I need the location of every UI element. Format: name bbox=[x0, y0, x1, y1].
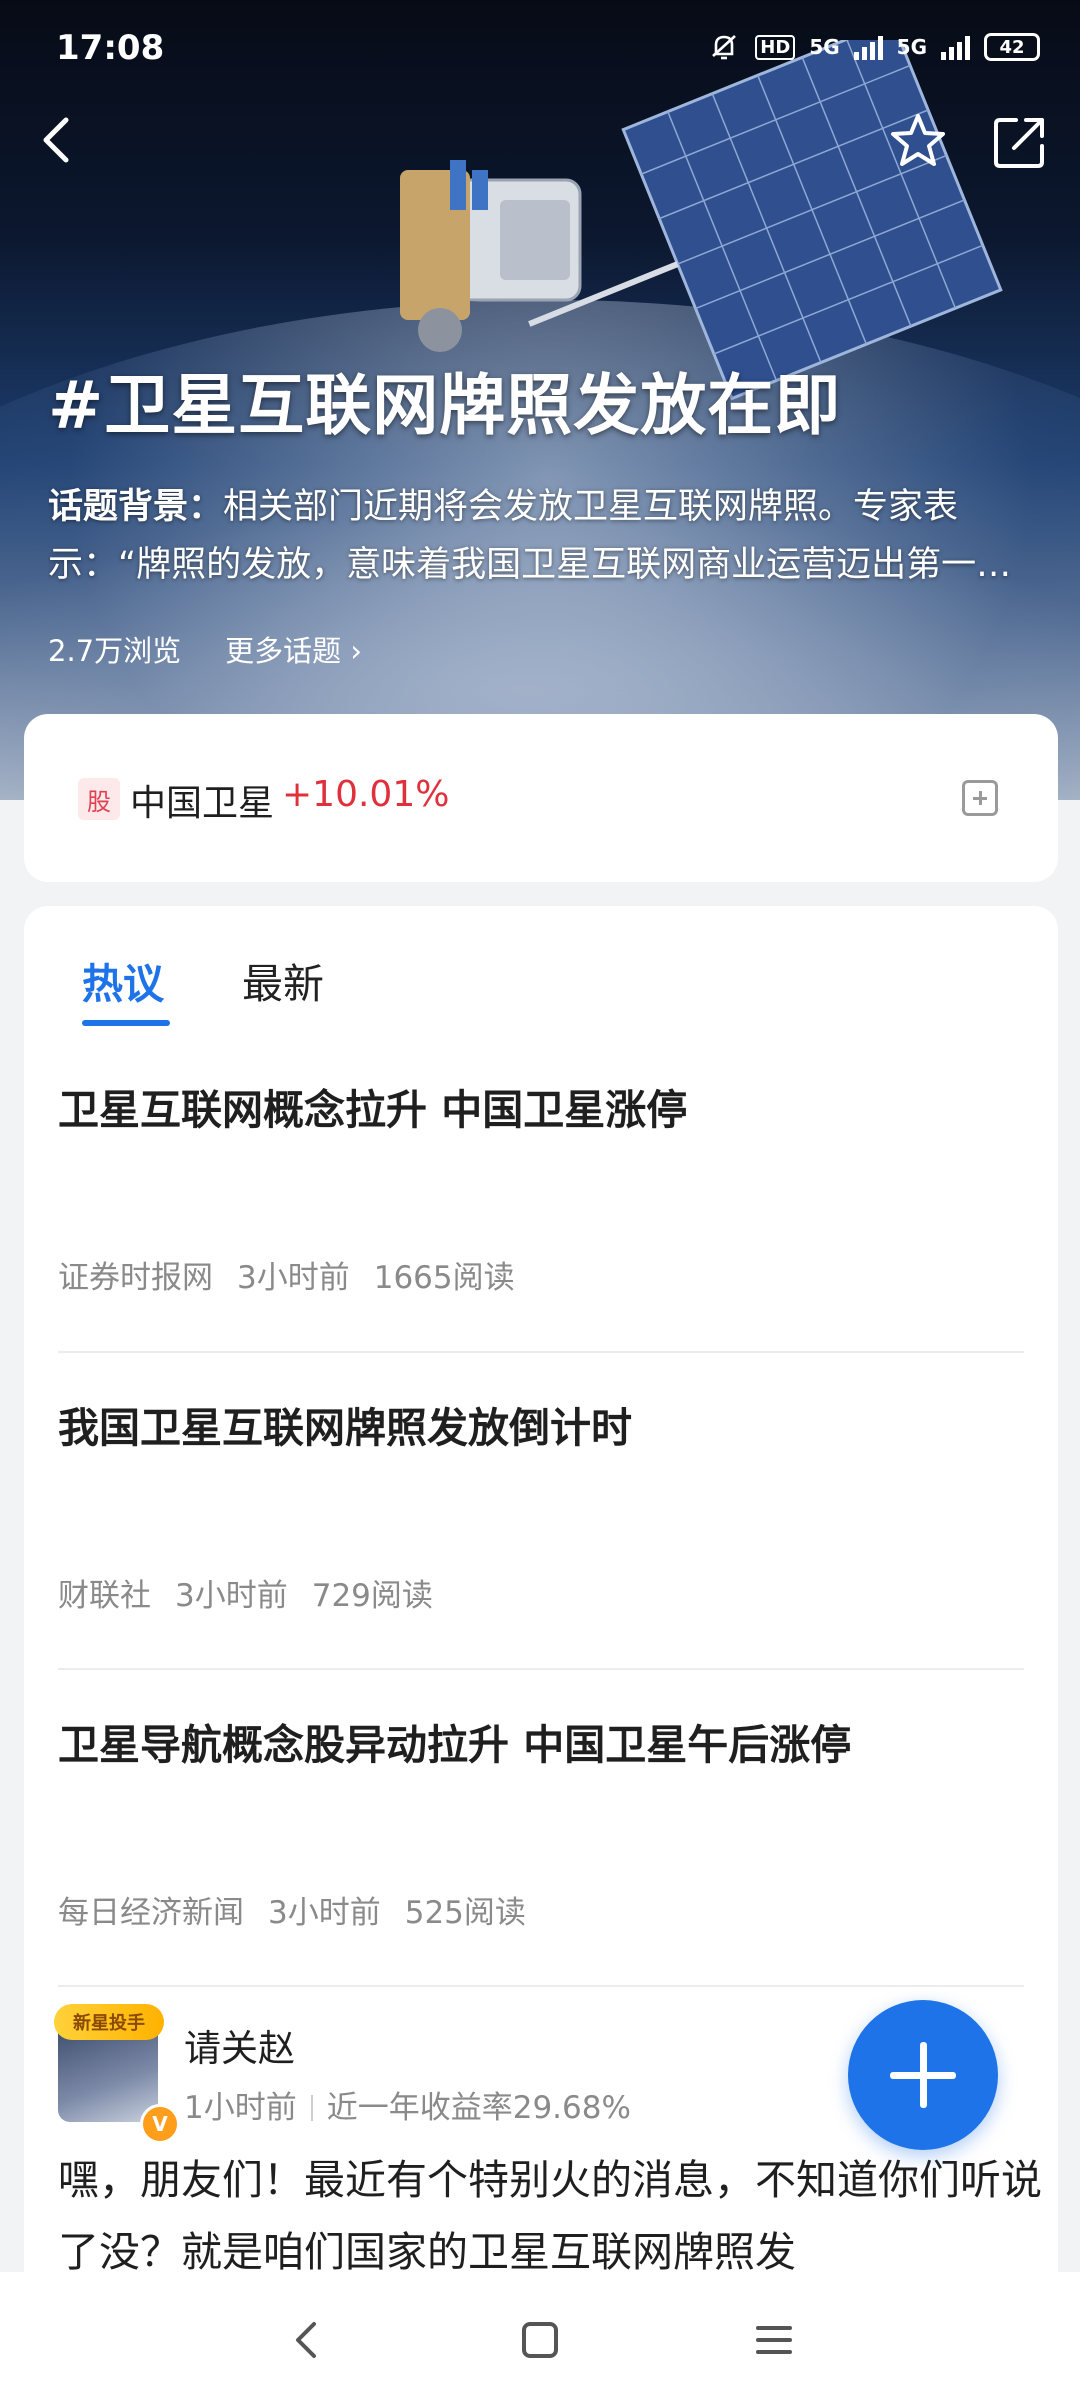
network-5g-label-2: 5G bbox=[896, 35, 927, 59]
article-time: 3小时前 bbox=[268, 1895, 381, 1931]
star-icon[interactable] bbox=[884, 108, 952, 176]
share-icon[interactable] bbox=[986, 108, 1054, 176]
article-time: 3小时前 bbox=[237, 1260, 350, 1296]
article-item[interactable]: 卫星互联网概念拉升 中国卫星涨停 证券时报网 3小时前 1665阅读 bbox=[58, 1076, 1024, 1296]
article-item[interactable]: 我国卫星互联网牌照发放倒计时 财联社 3小时前 729阅读 bbox=[58, 1394, 1024, 1614]
more-topics-label: 更多话题 bbox=[225, 634, 342, 668]
nav-menu-icon[interactable] bbox=[744, 2310, 804, 2370]
article-source: 证券时报网 bbox=[58, 1260, 213, 1296]
nav-back-icon[interactable] bbox=[278, 2310, 338, 2370]
avatar-badge: 新星投手 bbox=[54, 2004, 164, 2040]
mute-bell-icon bbox=[712, 35, 737, 60]
article-meta: 每日经济新闻 3小时前 525阅读 bbox=[58, 1887, 550, 1932]
post-author[interactable]: 请关赵 bbox=[184, 2018, 295, 2072]
meta-separator bbox=[310, 2095, 313, 2121]
article-item[interactable]: 卫星导航概念股异动拉升 中国卫星午后涨停 每日经济新闻 3小时前 525阅读 bbox=[58, 1711, 1024, 1931]
signal-icon-1 bbox=[853, 34, 883, 60]
topic-description[interactable]: 话题背景：相关部门近期将会发放卫星互联网牌照。专家表示：“牌照的发放，意味着我国… bbox=[48, 478, 1028, 594]
divider bbox=[58, 1351, 1024, 1353]
divider bbox=[58, 1985, 1024, 1987]
article-title: 我国卫星互联网牌照发放倒计时 bbox=[58, 1404, 632, 1452]
back-arrow-icon[interactable] bbox=[28, 110, 88, 170]
article-meta: 财联社 3小时前 729阅读 bbox=[58, 1570, 457, 1615]
post-yield: 近一年收益率29.68% bbox=[326, 2090, 631, 2126]
signal-icon-2 bbox=[941, 34, 970, 60]
article-source: 每日经济新闻 bbox=[58, 1895, 244, 1931]
tab-hot[interactable]: 热议 bbox=[82, 950, 164, 1010]
post-time: 1小时前 bbox=[184, 2090, 297, 2126]
avatar[interactable]: 新星投手 V bbox=[54, 2004, 180, 2144]
divider bbox=[58, 1668, 1024, 1670]
topic-title: #卫星互联网牌照发放在即 bbox=[48, 367, 842, 444]
related-stock-card[interactable]: 股 中国卫星 +10.01% bbox=[24, 714, 1058, 882]
article-reads: 729阅读 bbox=[311, 1578, 433, 1614]
add-watchlist-icon[interactable] bbox=[962, 780, 998, 816]
status-bar: 17:08 HD 5G 5G 42 bbox=[0, 0, 1080, 96]
article-title: 卫星导航概念股异动拉升 中国卫星午后涨停 bbox=[58, 1721, 852, 1769]
hd-icon: HD bbox=[755, 34, 796, 60]
plus-icon[interactable] bbox=[848, 2000, 998, 2150]
nav-home-icon[interactable] bbox=[510, 2310, 570, 2370]
battery-level: 42 bbox=[999, 36, 1025, 58]
view-count: 2.7万浏览 bbox=[48, 634, 182, 668]
post-meta: 1小时前 近一年收益率29.68% bbox=[184, 2082, 631, 2127]
post-body[interactable]: 嘿，朋友们！最近有个特别火的消息，不知道你们听说了没？就是咱们国家的卫星互联网牌… bbox=[58, 2144, 1048, 2288]
battery-icon: 42 bbox=[984, 33, 1040, 61]
network-5g-label-1: 5G bbox=[809, 35, 840, 59]
status-time: 17:08 bbox=[56, 28, 165, 68]
system-nav-bar bbox=[0, 2272, 1080, 2400]
article-source: 财联社 bbox=[58, 1578, 151, 1614]
topic-description-label: 话题背景： bbox=[48, 487, 224, 527]
article-time: 3小时前 bbox=[175, 1578, 288, 1614]
tab-latest[interactable]: 最新 bbox=[242, 950, 324, 1010]
status-icons: HD 5G 5G 42 bbox=[707, 30, 1040, 64]
article-title: 卫星互联网概念拉升 中国卫星涨停 bbox=[58, 1086, 688, 1134]
verified-icon: V bbox=[140, 2104, 180, 2144]
stock-badge: 股 bbox=[78, 778, 120, 820]
tab-indicator bbox=[82, 1020, 170, 1026]
more-topics-link[interactable]: 更多话题 › bbox=[225, 628, 362, 670]
chevron-right-icon: › bbox=[350, 634, 362, 668]
article-meta: 证券时报网 3小时前 1665阅读 bbox=[58, 1252, 539, 1297]
topic-meta: 2.7万浏览 更多话题 › bbox=[48, 628, 362, 670]
topic-hero: 17:08 HD 5G 5G 42 #卫星互联网牌照发放在即 话题背景：相关部门… bbox=[0, 0, 1080, 800]
article-reads: 525阅读 bbox=[404, 1895, 526, 1931]
article-reads: 1665阅读 bbox=[373, 1260, 515, 1296]
stock-name: 中国卫星 bbox=[130, 783, 275, 824]
stock-change: +10.01% bbox=[282, 774, 450, 815]
